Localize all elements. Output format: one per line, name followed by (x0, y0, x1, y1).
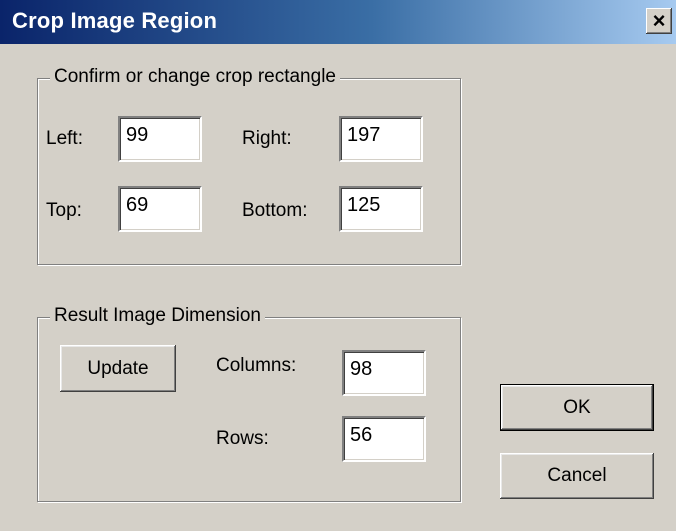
columns-label: Columns: (216, 355, 297, 376)
rows-label: Rows: (216, 428, 269, 449)
cancel-button[interactable]: Cancel (500, 453, 654, 499)
top-field[interactable]: 69 (118, 186, 202, 232)
bottom-label: Bottom: (242, 200, 308, 221)
rows-field[interactable]: 56 (342, 416, 426, 462)
right-label: Right: (242, 128, 292, 149)
top-label: Top: (46, 200, 82, 221)
right-field[interactable]: 197 (339, 116, 423, 162)
close-icon: × (652, 8, 666, 33)
crop-rectangle-group: Confirm or change crop rectangle (37, 66, 461, 265)
ok-button[interactable]: OK (500, 384, 654, 431)
ok-button-label: OK (563, 397, 591, 418)
crop-group-legend: Confirm or change crop rectangle (50, 66, 340, 88)
update-button-label: Update (87, 358, 149, 379)
close-button[interactable]: × (646, 8, 672, 34)
dialog-title: Crop Image Region (12, 8, 218, 33)
cancel-button-label: Cancel (547, 465, 607, 486)
bottom-field[interactable]: 125 (339, 186, 423, 232)
result-group-legend: Result Image Dimension (50, 305, 265, 327)
left-label: Left: (46, 128, 83, 149)
title-bar[interactable]: Crop Image Region × (0, 0, 676, 44)
update-button[interactable]: Update (60, 345, 176, 392)
left-field[interactable]: 99 (118, 116, 202, 162)
crop-image-dialog: Crop Image Region × Confirm or change cr… (0, 0, 676, 531)
columns-field[interactable]: 98 (342, 350, 426, 396)
